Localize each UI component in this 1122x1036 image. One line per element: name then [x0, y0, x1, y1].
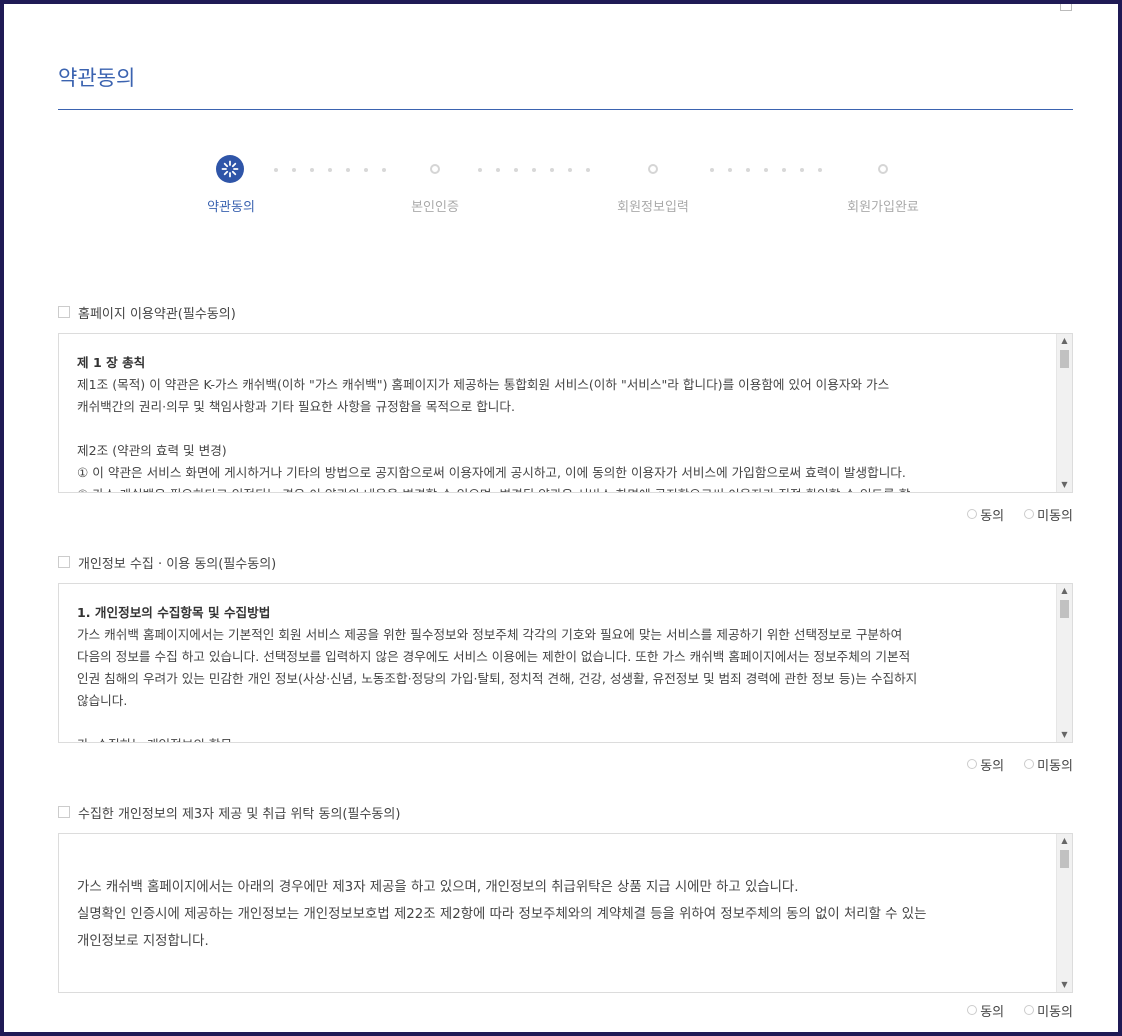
step-label-member-info: 회원정보입력	[617, 200, 689, 215]
consent-radio-group: 동의 미동의	[58, 1001, 1073, 1020]
terms-section-privacy: 개인정보 수집 · 이용 동의(필수동의) 1. 개인정보의 수집항목 및 수집…	[58, 552, 1073, 774]
terms-line: 다음의 정보를 수집 하고 있습니다. 선택정보를 입력하지 않은 경우에도 서…	[77, 649, 911, 664]
terms-line: 가스 캐쉬백 홈페이지에서는 기본적인 회원 서비스 제공을 위한 필수정보와 …	[77, 627, 903, 642]
terms-line: 않습니다.	[77, 693, 128, 708]
radio-circle-icon[interactable]	[1024, 759, 1035, 769]
title-divider	[58, 109, 1073, 110]
terms-line: 캐쉬백간의 권리·의무 및 책임사항과 기타 필요한 사항을 규정함을 목적으로…	[77, 399, 515, 414]
step-1-indicator	[216, 155, 244, 183]
terms-scrollbox[interactable]: 제 1 장 총칙 제1조 (목적) 이 약관은 K-가스 캐쉬백(이하 "가스 …	[58, 333, 1073, 493]
radio-circle-icon[interactable]	[967, 509, 978, 519]
agree-checkbox[interactable]	[58, 806, 70, 818]
terms-scrollbox[interactable]: 가스 캐쉬백 홈페이지에서는 아래의 경우에만 제3자 제공을 하고 있으며, …	[58, 833, 1073, 993]
loading-spinner-icon	[221, 160, 239, 178]
scroll-thumb[interactable]	[1060, 850, 1069, 868]
terms-text: 1. 개인정보의 수집항목 및 수집방법 가스 캐쉬백 홈페이지에서는 기본적인…	[59, 584, 1072, 742]
triangle-down-icon[interactable]: ▼	[1057, 478, 1072, 492]
terms-text: 가스 캐쉬백 홈페이지에서는 아래의 경우에만 제3자 제공을 하고 있으며, …	[59, 834, 1072, 955]
agree-checkbox[interactable]	[58, 556, 70, 568]
scrollbar[interactable]: ▲ ▼	[1056, 334, 1072, 492]
scroll-thumb[interactable]	[1060, 600, 1069, 618]
step-4-indicator	[878, 164, 888, 174]
section-header: 수집한 개인정보의 제3자 제공 및 취급 위탁 동의(필수동의)	[58, 802, 1073, 822]
terms-line: 인권 침해의 우려가 있는 민감한 개인 정보(사상·신념, 노동조합·정당의 …	[77, 671, 918, 686]
step-label-complete: 회원가입완료	[847, 200, 919, 215]
radio-circle-icon[interactable]	[1024, 1005, 1035, 1015]
signup-stepper: 약관동의 본인인증 회원정보입력 회원가입완료	[4, 154, 1118, 224]
terms-heading: 1. 개인정보의 수집항목 및 수집방법	[77, 605, 271, 620]
section-title: 홈페이지 이용약관(필수동의)	[78, 306, 236, 322]
agree-radio[interactable]: 동의	[967, 755, 1004, 774]
terms-line: ② 가스 캐쉬백은 필요하다고 인정되는 경우 이 약관의 내용을 변경할 수 …	[77, 484, 1032, 492]
triangle-down-icon[interactable]: ▼	[1057, 728, 1072, 742]
triangle-up-icon[interactable]: ▲	[1057, 334, 1072, 348]
section-title: 수집한 개인정보의 제3자 제공 및 취급 위탁 동의(필수동의)	[78, 806, 401, 822]
disagree-radio[interactable]: 미동의	[1024, 755, 1073, 774]
terms-heading: 제 1 장 총칙	[77, 355, 146, 370]
radio-circle-icon[interactable]	[967, 1005, 978, 1015]
terms-line: 가. 수집하는 개인정보의 항목	[77, 734, 1032, 742]
section-title: 개인정보 수집 · 이용 동의(필수동의)	[78, 556, 277, 572]
corner-box	[1060, 4, 1072, 11]
terms-blank-line	[77, 852, 1032, 874]
terms-line: ① 이 약관은 서비스 화면에 게시하거나 기타의 방법으로 공지함으로써 이용…	[77, 465, 906, 480]
step-connector-2	[478, 168, 590, 172]
terms-blank-line	[77, 418, 1032, 440]
page-frame: 약관동의 약관동의 본인인증 회원정보입력 회원가입완료 홈페이지 이용약관(필…	[4, 4, 1118, 1032]
section-header: 홈페이지 이용약관(필수동의)	[58, 302, 1073, 322]
terms-scrollbox[interactable]: 1. 개인정보의 수집항목 및 수집방법 가스 캐쉬백 홈페이지에서는 기본적인…	[58, 583, 1073, 743]
step-connector-3	[710, 168, 822, 172]
terms-line: 실명확인 인증시에 제공하는 개인정보는 개인정보보호법 제22조 제2항에 따…	[77, 907, 927, 922]
terms-blank-line	[77, 712, 1032, 734]
radio-circle-icon[interactable]	[967, 759, 978, 769]
triangle-up-icon[interactable]: ▲	[1057, 584, 1072, 598]
step-connector-1	[274, 168, 386, 172]
terms-text: 제 1 장 총칙 제1조 (목적) 이 약관은 K-가스 캐쉬백(이하 "가스 …	[59, 334, 1072, 492]
consent-radio-group: 동의 미동의	[58, 755, 1073, 774]
terms-line: 제1조 (목적) 이 약관은 K-가스 캐쉬백(이하 "가스 캐쉬백") 홈페이…	[77, 377, 890, 392]
step-label-verification: 본인인증	[411, 200, 459, 215]
section-header: 개인정보 수집 · 이용 동의(필수동의)	[58, 552, 1073, 572]
step-2-indicator	[430, 164, 440, 174]
step-label-terms: 약관동의	[207, 200, 255, 215]
terms-section-third-party: 수집한 개인정보의 제3자 제공 및 취급 위탁 동의(필수동의) 가스 캐쉬백…	[58, 802, 1073, 1020]
terms-line: 개인정보로 지정합니다.	[77, 934, 209, 949]
triangle-up-icon[interactable]: ▲	[1057, 834, 1072, 848]
page-title: 약관동의	[58, 66, 136, 90]
disagree-radio[interactable]: 미동의	[1024, 505, 1073, 524]
terms-section-site: 홈페이지 이용약관(필수동의) 제 1 장 총칙 제1조 (목적) 이 약관은 …	[58, 302, 1073, 524]
scrollbar[interactable]: ▲ ▼	[1056, 584, 1072, 742]
triangle-down-icon[interactable]: ▼	[1057, 978, 1072, 992]
radio-circle-icon[interactable]	[1024, 509, 1035, 519]
disagree-radio[interactable]: 미동의	[1024, 1001, 1073, 1020]
terms-line: 제2조 (약관의 효력 및 변경)	[77, 443, 227, 458]
terms-line: 가스 캐쉬백 홈페이지에서는 아래의 경우에만 제3자 제공을 하고 있으며, …	[77, 880, 799, 895]
consent-radio-group: 동의 미동의	[58, 505, 1073, 524]
agree-all-checkbox[interactable]	[58, 306, 70, 318]
scroll-thumb[interactable]	[1060, 350, 1069, 368]
agree-radio[interactable]: 동의	[967, 1001, 1004, 1020]
scrollbar[interactable]: ▲ ▼	[1056, 834, 1072, 992]
step-3-indicator	[648, 164, 658, 174]
agree-radio[interactable]: 동의	[967, 505, 1004, 524]
